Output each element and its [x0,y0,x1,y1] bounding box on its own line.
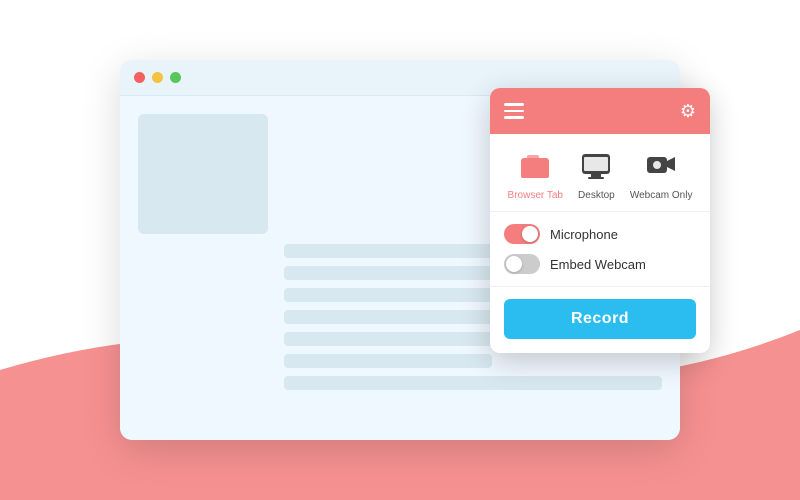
toggle-knob [522,226,538,242]
mode-tab-webcam-only[interactable]: Webcam Only [630,148,693,201]
embed-webcam-toggle[interactable] [504,254,540,274]
microphone-toggle-row: Microphone [504,224,696,244]
webcam-icon [643,148,679,184]
line-placeholder [284,376,662,390]
dot-yellow [152,72,163,83]
browser-tab-icon [517,148,553,184]
line-placeholder [284,354,492,368]
microphone-toggle[interactable] [504,224,540,244]
embed-webcam-toggle-row: Embed Webcam [504,254,696,274]
microphone-label: Microphone [550,227,618,242]
browser-tab-label: Browser Tab [508,190,563,201]
hamburger-menu-icon[interactable] [504,103,524,119]
content-placeholder-image [138,114,268,234]
browser-window: ⚙ Browser Tab [120,60,680,440]
popup-header: ⚙ [490,88,710,134]
settings-gear-icon[interactable]: ⚙ [680,101,696,122]
mode-tab-browser-tab[interactable]: Browser Tab [508,148,563,201]
toggle-knob [506,256,522,272]
left-column [138,114,268,422]
desktop-label: Desktop [578,190,615,201]
extension-popup: ⚙ Browser Tab [490,88,710,353]
dot-red [134,72,145,83]
embed-webcam-label: Embed Webcam [550,257,646,272]
desktop-icon [578,148,614,184]
mode-tab-desktop[interactable]: Desktop [578,148,615,201]
recording-mode-tabs: Browser Tab Desktop [490,134,710,212]
record-section: Record [490,287,710,353]
record-button[interactable]: Record [504,299,696,339]
dot-green [170,72,181,83]
webcam-only-label: Webcam Only [630,190,693,201]
toggles-section: Microphone Embed Webcam [490,212,710,287]
